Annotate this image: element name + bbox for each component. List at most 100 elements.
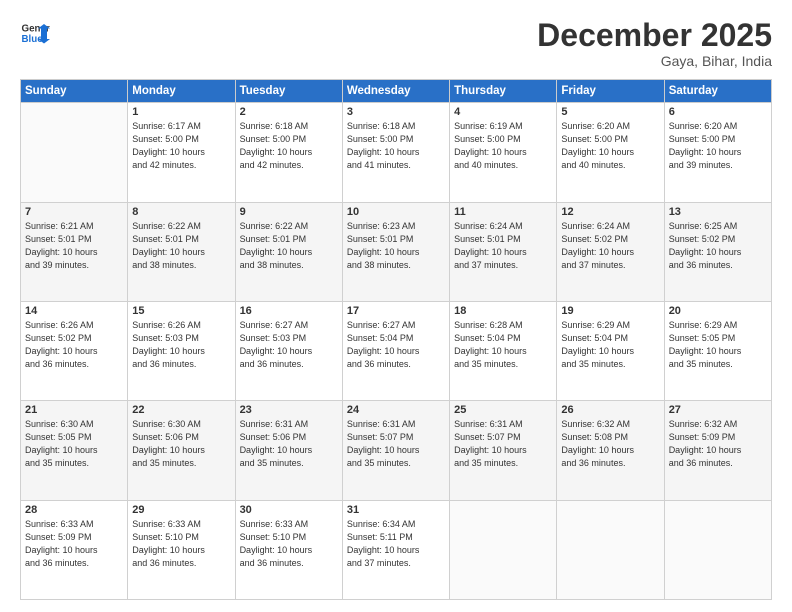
- day-info: Sunrise: 6:24 AM Sunset: 5:01 PM Dayligh…: [454, 220, 552, 272]
- calendar-day-cell: 12Sunrise: 6:24 AM Sunset: 5:02 PM Dayli…: [557, 202, 664, 301]
- calendar-week-row: 7 Sunrise: 6:21 AM Sunset: 5:01 PM Daylig…: [21, 202, 772, 301]
- day-number: 16: [240, 305, 338, 317]
- calendar-header-wednesday: Wednesday: [342, 80, 449, 103]
- day-info: Sunrise: 6:23 AM Sunset: 5:01 PM Dayligh…: [347, 220, 445, 272]
- day-info: Sunrise: 6:32 AM Sunset: 5:09 PM Dayligh…: [669, 418, 767, 470]
- day-number: 31: [347, 504, 445, 516]
- day-number: 25: [454, 404, 552, 416]
- calendar-day-cell: 18 Sunrise: 6:28 AM Sunset: 5:04 PM Dayli…: [450, 301, 557, 400]
- calendar-day-cell: 5 Sunrise: 6:20 AM Sunset: 5:00 PM Daylig…: [557, 103, 664, 202]
- calendar-day-cell: 23 Sunrise: 6:31 AM Sunset: 5:06 PM Dayli…: [235, 401, 342, 500]
- day-number: 11: [454, 206, 552, 218]
- day-number: 27: [669, 404, 767, 416]
- calendar-day-cell: 13 Sunrise: 6:25 AM Sunset: 5:02 PM Dayli…: [664, 202, 771, 301]
- day-number: 22: [132, 404, 230, 416]
- calendar-header-friday: Friday: [557, 80, 664, 103]
- header: General Blue December 2025 Gaya, Bihar, …: [20, 18, 772, 69]
- day-number: 28: [25, 504, 123, 516]
- day-number: 1: [132, 106, 230, 118]
- day-number: 6: [669, 106, 767, 118]
- logo-icon: General Blue: [20, 18, 50, 48]
- day-info: Sunrise: 6:25 AM Sunset: 5:02 PM Dayligh…: [669, 220, 767, 272]
- calendar-day-cell: 8Sunrise: 6:22 AM Sunset: 5:01 PM Daylig…: [128, 202, 235, 301]
- calendar-day-cell: 21 Sunrise: 6:30 AM Sunset: 5:05 PM Dayli…: [21, 401, 128, 500]
- title-section: December 2025 Gaya, Bihar, India: [537, 18, 772, 69]
- day-info: Sunrise: 6:29 AM Sunset: 5:04 PM Dayligh…: [561, 319, 659, 371]
- day-number: 21: [25, 404, 123, 416]
- day-info: Sunrise: 6:30 AM Sunset: 5:05 PM Dayligh…: [25, 418, 123, 470]
- calendar-header-row: SundayMondayTuesdayWednesdayThursdayFrid…: [21, 80, 772, 103]
- calendar-week-row: 14Sunrise: 6:26 AM Sunset: 5:02 PM Dayli…: [21, 301, 772, 400]
- day-number: 18: [454, 305, 552, 317]
- calendar-day-cell: 26Sunrise: 6:32 AM Sunset: 5:08 PM Dayli…: [557, 401, 664, 500]
- calendar-day-cell: 14Sunrise: 6:26 AM Sunset: 5:02 PM Dayli…: [21, 301, 128, 400]
- day-number: 10: [347, 206, 445, 218]
- calendar-header-tuesday: Tuesday: [235, 80, 342, 103]
- day-number: 23: [240, 404, 338, 416]
- day-info: Sunrise: 6:33 AM Sunset: 5:09 PM Dayligh…: [25, 518, 123, 570]
- day-info: Sunrise: 6:20 AM Sunset: 5:00 PM Dayligh…: [561, 120, 659, 172]
- day-info: Sunrise: 6:27 AM Sunset: 5:04 PM Dayligh…: [347, 319, 445, 371]
- day-number: 17: [347, 305, 445, 317]
- day-info: Sunrise: 6:24 AM Sunset: 5:02 PM Dayligh…: [561, 220, 659, 272]
- day-number: 5: [561, 106, 659, 118]
- day-number: 30: [240, 504, 338, 516]
- day-info: Sunrise: 6:21 AM Sunset: 5:01 PM Dayligh…: [25, 220, 123, 272]
- day-number: 2: [240, 106, 338, 118]
- day-info: Sunrise: 6:31 AM Sunset: 5:06 PM Dayligh…: [240, 418, 338, 470]
- day-info: Sunrise: 6:17 AM Sunset: 5:00 PM Dayligh…: [132, 120, 230, 172]
- calendar-day-cell: 7 Sunrise: 6:21 AM Sunset: 5:01 PM Daylig…: [21, 202, 128, 301]
- day-info: Sunrise: 6:26 AM Sunset: 5:03 PM Dayligh…: [132, 319, 230, 371]
- calendar-day-cell: 31 Sunrise: 6:34 AM Sunset: 5:11 PM Dayli…: [342, 500, 449, 599]
- calendar-week-row: 28 Sunrise: 6:33 AM Sunset: 5:09 PM Dayli…: [21, 500, 772, 599]
- calendar-day-cell: 25 Sunrise: 6:31 AM Sunset: 5:07 PM Dayli…: [450, 401, 557, 500]
- calendar-day-cell: 4Sunrise: 6:19 AM Sunset: 5:00 PM Daylig…: [450, 103, 557, 202]
- day-number: 19: [561, 305, 659, 317]
- day-info: Sunrise: 6:27 AM Sunset: 5:03 PM Dayligh…: [240, 319, 338, 371]
- calendar-week-row: 21 Sunrise: 6:30 AM Sunset: 5:05 PM Dayli…: [21, 401, 772, 500]
- day-info: Sunrise: 6:28 AM Sunset: 5:04 PM Dayligh…: [454, 319, 552, 371]
- day-number: 9: [240, 206, 338, 218]
- day-info: Sunrise: 6:22 AM Sunset: 5:01 PM Dayligh…: [240, 220, 338, 272]
- calendar-header-saturday: Saturday: [664, 80, 771, 103]
- calendar-day-cell: 22 Sunrise: 6:30 AM Sunset: 5:06 PM Dayli…: [128, 401, 235, 500]
- calendar-day-cell: 27 Sunrise: 6:32 AM Sunset: 5:09 PM Dayli…: [664, 401, 771, 500]
- day-number: 24: [347, 404, 445, 416]
- calendar-day-cell: 1 Sunrise: 6:17 AM Sunset: 5:00 PM Daylig…: [128, 103, 235, 202]
- calendar-day-cell: 24 Sunrise: 6:31 AM Sunset: 5:07 PM Dayli…: [342, 401, 449, 500]
- calendar-day-cell: [450, 500, 557, 599]
- day-info: Sunrise: 6:30 AM Sunset: 5:06 PM Dayligh…: [132, 418, 230, 470]
- calendar-day-cell: 30 Sunrise: 6:33 AM Sunset: 5:10 PM Dayli…: [235, 500, 342, 599]
- day-info: Sunrise: 6:31 AM Sunset: 5:07 PM Dayligh…: [347, 418, 445, 470]
- calendar-day-cell: [21, 103, 128, 202]
- calendar-day-cell: 11 Sunrise: 6:24 AM Sunset: 5:01 PM Dayli…: [450, 202, 557, 301]
- calendar-day-cell: 9 Sunrise: 6:22 AM Sunset: 5:01 PM Daylig…: [235, 202, 342, 301]
- calendar-day-cell: 19 Sunrise: 6:29 AM Sunset: 5:04 PM Dayli…: [557, 301, 664, 400]
- calendar-day-cell: 29 Sunrise: 6:33 AM Sunset: 5:10 PM Dayli…: [128, 500, 235, 599]
- page: General Blue December 2025 Gaya, Bihar, …: [0, 0, 792, 612]
- calendar-day-cell: 2 Sunrise: 6:18 AM Sunset: 5:00 PM Daylig…: [235, 103, 342, 202]
- calendar-week-row: 1 Sunrise: 6:17 AM Sunset: 5:00 PM Daylig…: [21, 103, 772, 202]
- day-info: Sunrise: 6:18 AM Sunset: 5:00 PM Dayligh…: [240, 120, 338, 172]
- day-info: Sunrise: 6:18 AM Sunset: 5:00 PM Dayligh…: [347, 120, 445, 172]
- day-number: 8: [132, 206, 230, 218]
- calendar-day-cell: 16 Sunrise: 6:27 AM Sunset: 5:03 PM Dayli…: [235, 301, 342, 400]
- day-info: Sunrise: 6:33 AM Sunset: 5:10 PM Dayligh…: [240, 518, 338, 570]
- calendar-day-cell: 3 Sunrise: 6:18 AM Sunset: 5:00 PM Daylig…: [342, 103, 449, 202]
- day-info: Sunrise: 6:33 AM Sunset: 5:10 PM Dayligh…: [132, 518, 230, 570]
- calendar-table: SundayMondayTuesdayWednesdayThursdayFrid…: [20, 79, 772, 600]
- day-number: 20: [669, 305, 767, 317]
- calendar-day-cell: 20Sunrise: 6:29 AM Sunset: 5:05 PM Dayli…: [664, 301, 771, 400]
- calendar-day-cell: 17 Sunrise: 6:27 AM Sunset: 5:04 PM Dayli…: [342, 301, 449, 400]
- day-number: 13: [669, 206, 767, 218]
- calendar-day-cell: 10 Sunrise: 6:23 AM Sunset: 5:01 PM Dayli…: [342, 202, 449, 301]
- day-info: Sunrise: 6:31 AM Sunset: 5:07 PM Dayligh…: [454, 418, 552, 470]
- day-info: Sunrise: 6:34 AM Sunset: 5:11 PM Dayligh…: [347, 518, 445, 570]
- day-number: 29: [132, 504, 230, 516]
- day-info: Sunrise: 6:19 AM Sunset: 5:00 PM Dayligh…: [454, 120, 552, 172]
- calendar-day-cell: [557, 500, 664, 599]
- day-number: 3: [347, 106, 445, 118]
- calendar-day-cell: 6Sunrise: 6:20 AM Sunset: 5:00 PM Daylig…: [664, 103, 771, 202]
- day-info: Sunrise: 6:32 AM Sunset: 5:08 PM Dayligh…: [561, 418, 659, 470]
- day-number: 7: [25, 206, 123, 218]
